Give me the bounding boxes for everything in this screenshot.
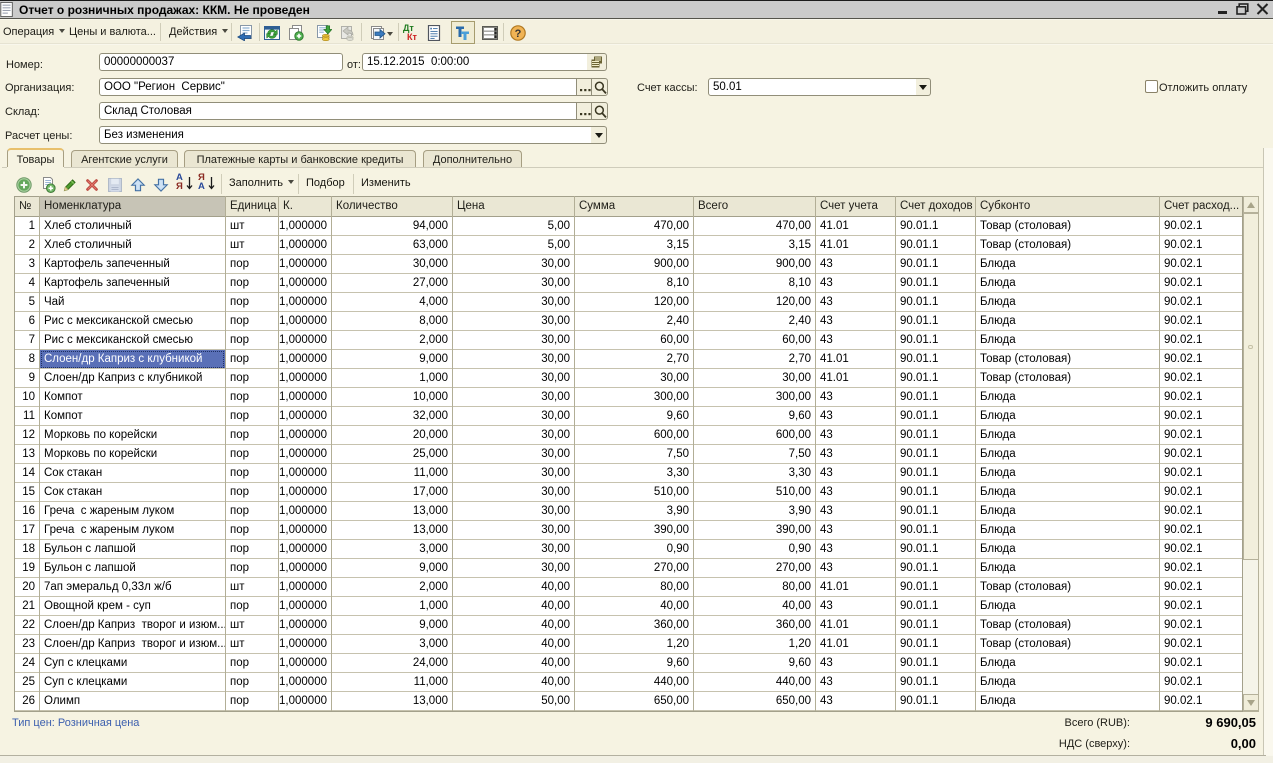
svg-text:?: ? bbox=[515, 28, 522, 40]
